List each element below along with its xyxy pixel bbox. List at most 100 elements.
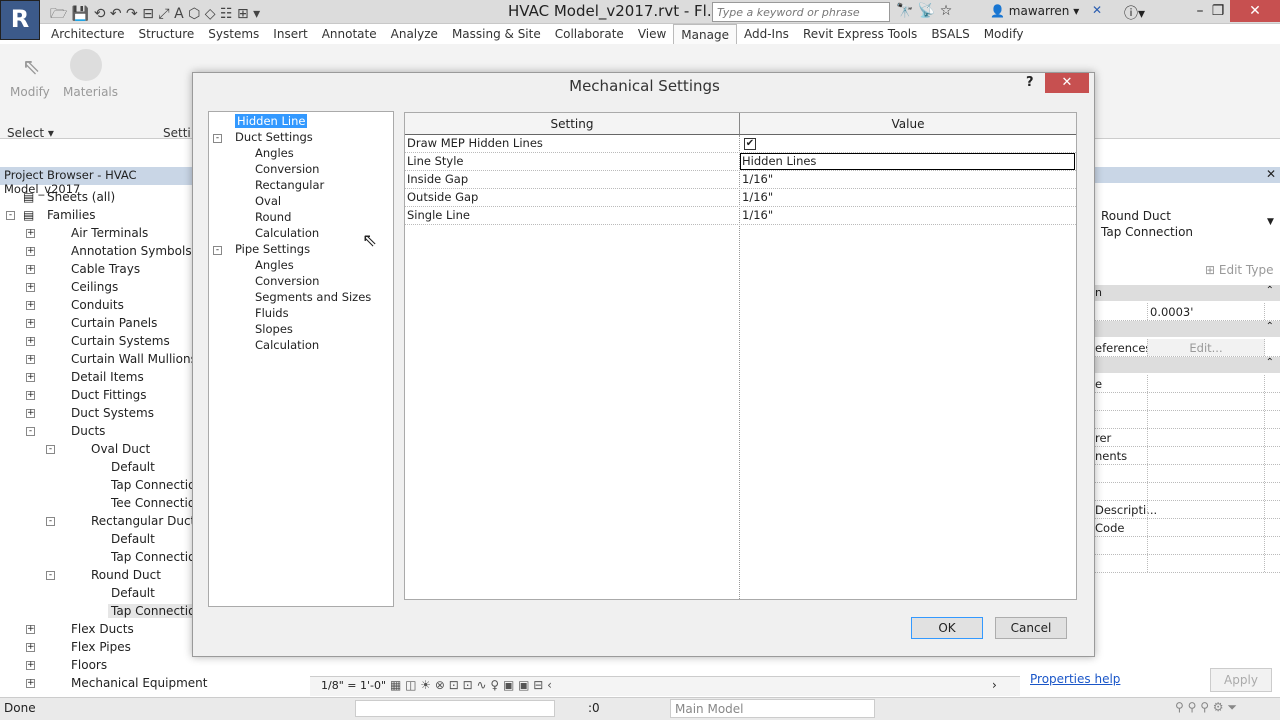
view-control-icons[interactable]: ▦ ◫ ☀ ⊗ ⊡ ⊡ ∿ ♀ ▣ ▣ ⊟ ‹	[390, 678, 552, 692]
settings-row[interactable]: Single Line 1/16"	[405, 207, 1076, 225]
tab-annotate[interactable]: Annotate	[315, 24, 384, 44]
tab-systems[interactable]: Systems	[201, 24, 266, 44]
tab-modify[interactable]: Modify	[977, 24, 1031, 44]
property-row[interactable]	[1095, 393, 1280, 411]
tab-collaborate[interactable]: Collaborate	[548, 24, 631, 44]
settings-tree-item[interactable]: Conversion	[255, 274, 319, 288]
property-value[interactable]	[1147, 555, 1265, 572]
apply-button[interactable]: Apply	[1210, 668, 1272, 692]
tab-manage[interactable]: Manage	[673, 24, 737, 44]
settings-tree-item[interactable]: Angles	[255, 146, 294, 160]
property-row[interactable]: rer	[1095, 429, 1280, 447]
project-browser-tree[interactable]: Sheets (all) ▤ - Families ▤ + Air Terminals + An…	[0, 188, 207, 694]
settings-tree-item[interactable]: Segments and Sizes	[255, 290, 371, 304]
settings-tree-item[interactable]: Round	[255, 210, 291, 224]
tree-item[interactable]: Duct Fittings	[68, 388, 150, 402]
tree-item[interactable]: Air Terminals	[68, 226, 151, 240]
property-value[interactable]	[1147, 447, 1265, 464]
tree-item[interactable]: Oval Duct	[88, 442, 153, 456]
property-value[interactable]: 0.0003'	[1147, 303, 1265, 320]
scroll-right-icon[interactable]: ›	[992, 678, 997, 692]
tree-item[interactable]: Ducts	[68, 424, 108, 438]
settings-tree-item[interactable]: Slopes	[255, 322, 293, 336]
user-account[interactable]: 👤 mawarren ▾	[990, 4, 1079, 18]
edit-type-button[interactable]: ⊞ Edit Type	[1205, 263, 1274, 277]
settings-tree-item[interactable]: Rectangular	[255, 178, 324, 192]
expand-icon[interactable]: +	[26, 355, 35, 364]
tree-item[interactable]: Default	[108, 460, 158, 474]
property-group-header[interactable]: n ⌃	[1095, 285, 1280, 301]
expand-icon[interactable]: +	[26, 337, 35, 346]
tab-massing-site[interactable]: Massing & Site	[445, 24, 548, 44]
settings-tree-item[interactable]: Oval	[255, 194, 281, 208]
tree-item[interactable]: Annotation Symbols	[68, 244, 195, 258]
property-row[interactable]: nents	[1095, 447, 1280, 465]
tab-add-ins[interactable]: Add-Ins	[737, 24, 796, 44]
property-value[interactable]: Edit...	[1147, 339, 1265, 356]
property-value[interactable]	[1147, 483, 1265, 500]
tree-item[interactable]: Ceilings	[68, 280, 121, 294]
tree-item[interactable]: Rectangular Duct	[88, 514, 198, 528]
property-group-header[interactable]: ⌃	[1095, 357, 1280, 373]
checkbox[interactable]: ✔	[744, 138, 756, 150]
tab-architecture[interactable]: Architecture	[44, 24, 131, 44]
property-row[interactable]: Descripti...	[1095, 501, 1280, 519]
dialog-help-button[interactable]: ?	[1026, 75, 1034, 90]
settings-row[interactable]: Inside Gap 1/16"	[405, 171, 1076, 189]
tab-revit-express-tools[interactable]: Revit Express Tools	[796, 24, 924, 44]
settings-tree-item[interactable]: Calculation	[255, 226, 319, 240]
settings-tree-item[interactable]: Calculation	[255, 338, 319, 352]
tree-item[interactable]: Sheets (all)	[44, 190, 118, 204]
property-value[interactable]	[1147, 375, 1265, 392]
properties-close-icon[interactable]: ✕	[1095, 167, 1280, 183]
ok-button[interactable]: OK	[911, 617, 983, 639]
setting-value[interactable]: 1/16"	[742, 208, 773, 222]
dialog-close-button[interactable]: ✕	[1045, 73, 1089, 93]
tree-item[interactable]: Default	[108, 532, 158, 546]
property-value[interactable]	[1147, 393, 1265, 410]
expand-icon[interactable]: +	[26, 229, 35, 238]
tab-view[interactable]: View	[631, 24, 673, 44]
settings-tree-item[interactable]: Duct Settings	[235, 130, 313, 144]
property-value[interactable]	[1147, 465, 1265, 482]
tree-item[interactable]: Mechanical Equipment	[68, 676, 210, 690]
tree-item[interactable]: Curtain Panels	[68, 316, 160, 330]
property-value[interactable]	[1147, 501, 1265, 518]
property-row[interactable]	[1095, 555, 1280, 573]
settings-tree-item[interactable]: Angles	[255, 258, 294, 272]
expand-icon[interactable]: +	[26, 679, 35, 688]
cancel-button[interactable]: Cancel	[995, 617, 1067, 639]
settings-tree-item[interactable]: Fluids	[255, 306, 289, 320]
tree-item[interactable]: Cable Trays	[68, 262, 143, 276]
expand-icon[interactable]: +	[26, 265, 35, 274]
property-row[interactable]: eferences Edit...	[1095, 339, 1280, 357]
tree-item[interactable]: Detail Items	[68, 370, 147, 384]
property-row[interactable]: e	[1095, 375, 1280, 393]
tab-insert[interactable]: Insert	[266, 24, 314, 44]
help-icon[interactable]: ⓘ▾	[1124, 3, 1145, 23]
settings-row[interactable]: Line Style Hidden Lines	[405, 153, 1076, 171]
application-menu-button[interactable]: R	[0, 0, 40, 40]
expand-icon[interactable]: +	[26, 373, 35, 382]
property-group-header[interactable]: ⌃	[1095, 321, 1280, 337]
setting-value[interactable]: Hidden Lines	[740, 153, 1075, 170]
collapse-icon[interactable]: -	[46, 517, 55, 526]
settings-tree[interactable]: Hidden Line - Duct Settings Angles Conversio…	[208, 111, 394, 607]
tab-bsals[interactable]: BSALS	[924, 24, 976, 44]
property-row[interactable]	[1095, 465, 1280, 483]
settings-tree-item[interactable]: Pipe Settings	[235, 242, 310, 256]
property-value[interactable]	[1147, 411, 1265, 428]
select-dropdown[interactable]: Select ▾	[7, 126, 54, 140]
settings-tree-item[interactable]: Conversion	[255, 162, 319, 176]
tree-item[interactable]: Duct Systems	[68, 406, 157, 420]
settings-row[interactable]: Draw MEP Hidden Lines ✔	[405, 135, 1076, 153]
tree-item[interactable]: Floors	[68, 658, 110, 672]
tab-structure[interactable]: Structure	[131, 24, 201, 44]
selection-filter-icons[interactable]: ⚲ ⚲ ⚲ ⚙ ⏷	[1175, 700, 1237, 715]
expand-icon[interactable]: +	[26, 661, 35, 670]
collapse-icon[interactable]: -	[6, 211, 15, 220]
expand-icon[interactable]: +	[26, 625, 35, 634]
settings-row[interactable]: Outside Gap 1/16"	[405, 189, 1076, 207]
search-input[interactable]: Type a keyword or phrase	[712, 2, 890, 22]
collapse-icon[interactable]: -	[213, 246, 222, 255]
